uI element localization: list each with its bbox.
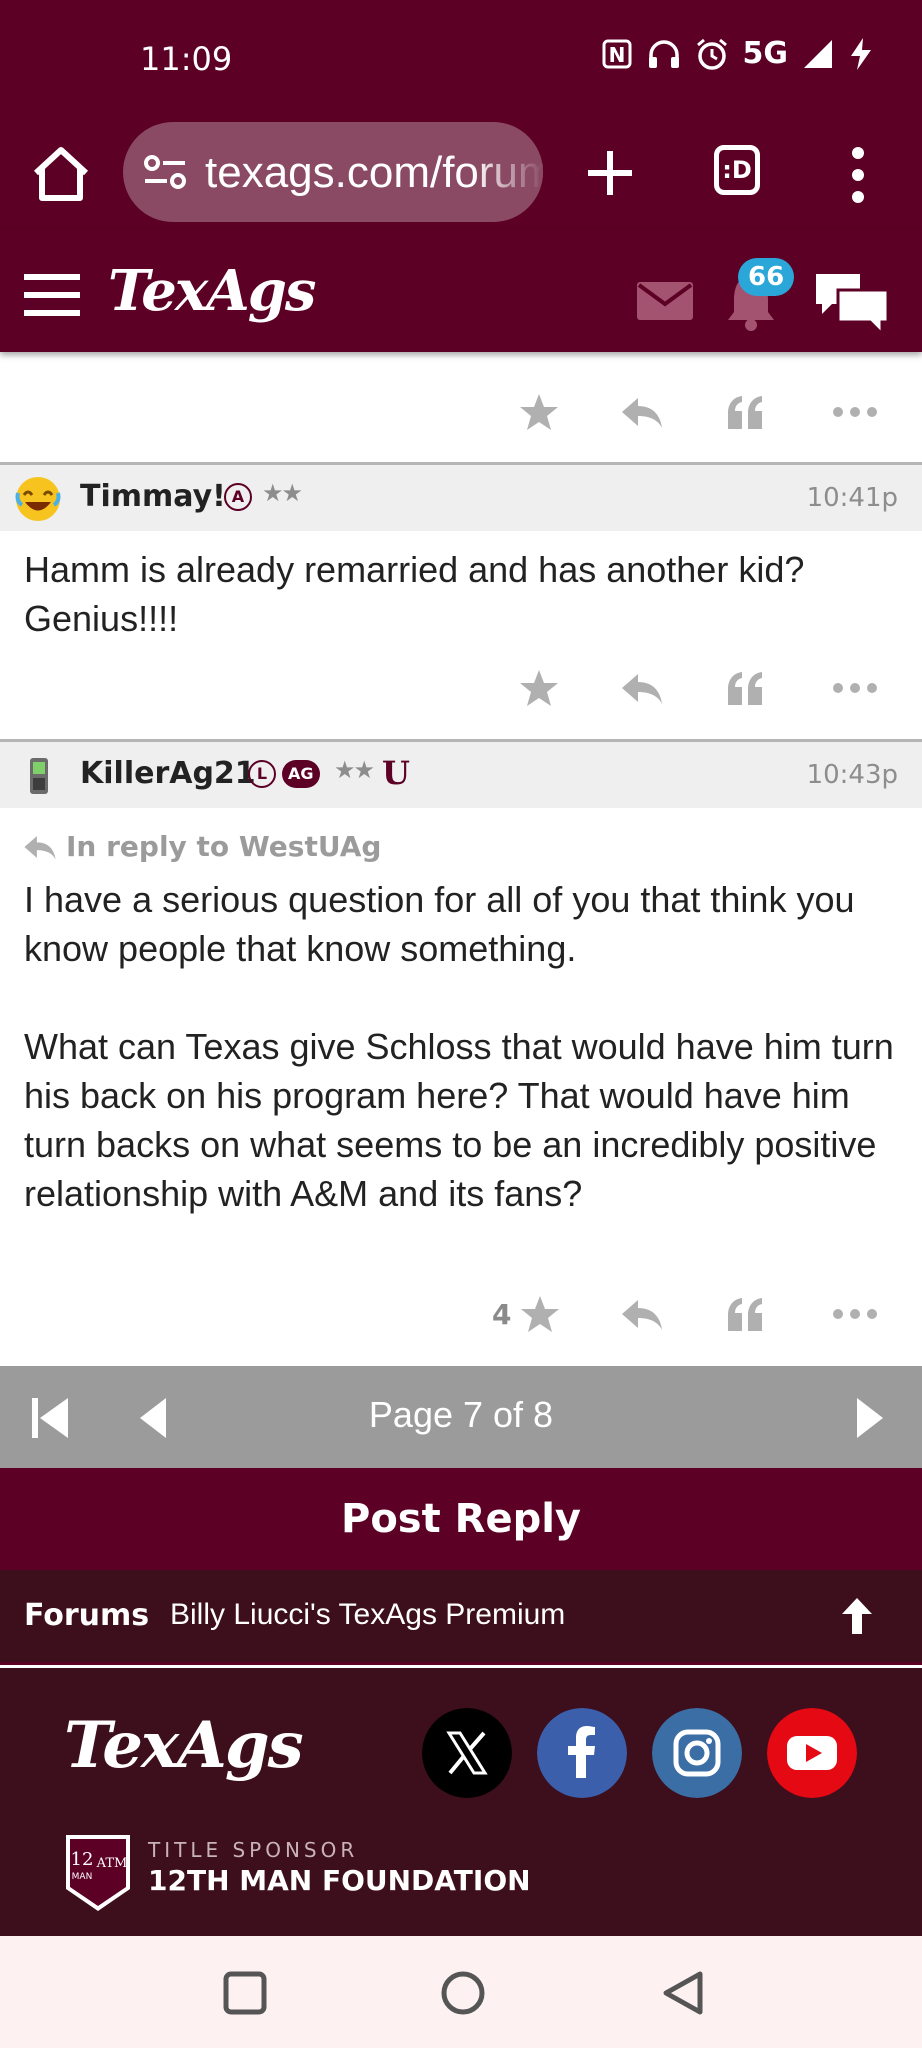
site-footer: TexAgs 12 MAN ATM TITLE SPONSOR 12TH MAN F… [0, 1668, 922, 1936]
username[interactable]: KillerAg21 [80, 756, 256, 791]
more-options-button[interactable] [832, 662, 878, 714]
svg-text:ATM: ATM [96, 1856, 128, 1871]
in-reply-to-text: In reply to WestUAg [66, 830, 382, 863]
next-page-icon[interactable] [855, 1396, 885, 1440]
svg-text:12: 12 [71, 1849, 94, 1870]
texags-logo[interactable]: TexAgs [108, 258, 316, 324]
laughing-emoji-avatar[interactable] [14, 475, 62, 523]
more-horiz-icon [833, 407, 877, 417]
system-navigation-bar [0, 1936, 922, 2048]
post-paragraph: What can Texas give Schloss that would h… [24, 1026, 894, 1214]
scroll-top-icon[interactable] [840, 1596, 874, 1636]
reply-icon [622, 1300, 662, 1330]
post-header: Timmay! A ★★ 10:41p [0, 465, 922, 531]
charging-icon [851, 37, 871, 70]
quote-button[interactable] [726, 386, 766, 438]
more-vert-icon[interactable] [845, 145, 871, 205]
new-tab-icon[interactable] [580, 143, 640, 203]
post-body: I have a serious question for all of you… [24, 875, 904, 1218]
recent-apps-icon[interactable] [222, 1970, 268, 2016]
ag-badge: AG [282, 760, 320, 788]
chat-icon[interactable] [812, 268, 892, 338]
signal-icon [804, 39, 832, 68]
flip-phone-avatar[interactable] [14, 752, 62, 800]
page: 11:09 N 5G texags.com/forums :D TexAgs 6… [0, 0, 922, 2048]
like-button[interactable]: 4 [492, 1288, 561, 1340]
sponsor-name[interactable]: 12TH MAN FOUNDATION [148, 1864, 531, 1897]
back-icon[interactable] [660, 1970, 706, 2016]
home-circle-icon[interactable] [440, 1970, 486, 2016]
reply-icon [24, 835, 56, 859]
post-header: KillerAg21 L AG ★★ U 10:43p [0, 742, 922, 808]
nfc-icon: N [602, 39, 631, 68]
url-bar[interactable]: texags.com/forums [123, 122, 543, 222]
svg-text:N: N [608, 43, 625, 67]
facebook-icon[interactable] [537, 1708, 627, 1798]
star-icon [520, 394, 558, 430]
post-actions [0, 648, 922, 728]
x-icon[interactable] [422, 1708, 512, 1798]
in-reply-to-link[interactable]: In reply to WestUAg [22, 830, 381, 863]
more-options-button[interactable] [832, 386, 878, 438]
mail-icon[interactable] [637, 282, 693, 320]
user-stars: ★★ [262, 479, 303, 507]
status-bar: 11:09 N 5G [0, 0, 922, 115]
tab-switcher-button[interactable]: :D [714, 145, 760, 195]
user-stars: ★★ [334, 756, 375, 784]
rank-badge: L [248, 760, 276, 788]
reply-icon [622, 674, 662, 704]
post-body: Hamm is already remarried and has anothe… [24, 549, 805, 639]
reply-button[interactable] [620, 1288, 664, 1340]
like-button[interactable] [518, 662, 560, 714]
quote-button[interactable] [726, 662, 766, 714]
breadcrumb-board-link[interactable]: Billy Liucci's TexAgs Premium [170, 1598, 565, 1632]
alarm-icon [696, 38, 727, 70]
status-time: 11:09 [140, 40, 233, 78]
post-actions [0, 372, 922, 452]
more-horiz-icon [833, 683, 877, 693]
headphones-icon [648, 39, 679, 68]
breadcrumb-forums-link[interactable]: Forums [24, 1598, 149, 1633]
svg-text:MAN: MAN [72, 1872, 93, 1882]
post-actions: 4 [0, 1274, 922, 1354]
quote-icon [728, 1298, 762, 1331]
reply-button[interactable] [620, 662, 664, 714]
star-icon [520, 670, 558, 706]
post-paragraph: I have a serious question for all of you… [24, 879, 855, 969]
breadcrumb: Forums Billy Liucci's TexAgs Premium [0, 1570, 922, 1665]
page-indicator[interactable]: Page 7 of 8 [0, 1394, 922, 1436]
like-count: 4 [492, 1297, 512, 1331]
home-icon[interactable] [30, 145, 92, 203]
like-button[interactable] [518, 386, 560, 438]
sponsor-label: TITLE SPONSOR [148, 1838, 359, 1862]
notification-count-badge: 66 [738, 258, 795, 296]
instagram-icon[interactable] [652, 1708, 742, 1798]
post-time: 10:43p [806, 760, 898, 790]
more-options-button[interactable] [832, 1288, 878, 1340]
post-reply-button[interactable]: Post Reply [0, 1468, 922, 1570]
site-header: TexAgs 66 [0, 230, 922, 352]
rank-badge: A [224, 483, 252, 511]
reply-button[interactable] [620, 386, 664, 438]
site-settings-icon[interactable] [143, 152, 187, 192]
quote-button[interactable] [726, 1288, 766, 1340]
pagination-bar: Page 7 of 8 [0, 1366, 922, 1468]
12th-man-foundation-logo[interactable]: 12 MANATM [64, 1833, 132, 1913]
username[interactable]: Timmay! [80, 479, 226, 514]
hamburger-menu-icon[interactable] [24, 274, 80, 316]
reply-icon [622, 398, 662, 428]
network-type: 5G [742, 36, 789, 71]
more-horiz-icon [833, 1309, 877, 1319]
u-badge: U [382, 754, 410, 792]
quote-icon [728, 396, 762, 429]
quote-icon [728, 672, 762, 705]
youtube-icon[interactable] [767, 1708, 857, 1798]
status-icons: N 5G [601, 36, 875, 71]
star-icon [521, 1296, 560, 1332]
footer-texags-logo[interactable]: TexAgs [64, 1708, 304, 1783]
browser-toolbar: texags.com/forums :D [0, 115, 922, 230]
post-time: 10:41p [806, 483, 898, 513]
